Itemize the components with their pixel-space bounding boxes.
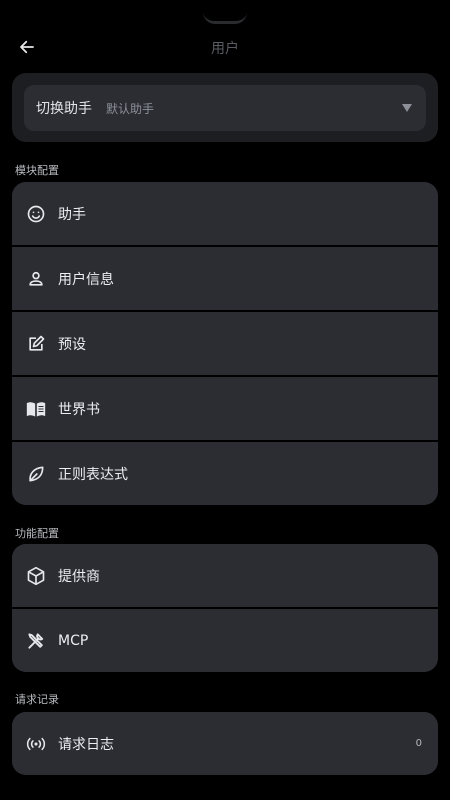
caret-down-icon bbox=[402, 104, 412, 112]
records-group: 请求日志 0 bbox=[12, 712, 438, 775]
assistant-switch-dropdown[interactable]: 切换助手 默认助手 bbox=[24, 85, 426, 131]
menu-item-label: 提供商 bbox=[58, 568, 100, 585]
menu-item-request-log[interactable]: 请求日志 0 bbox=[12, 712, 438, 775]
menu-item-label: 请求日志 bbox=[58, 736, 114, 753]
app-screen: 用户 切换助手 默认助手 模块配置 助手 用户信息 预设 世界书 正则表达式 功… bbox=[0, 0, 450, 800]
modules-group: 助手 用户信息 预设 世界书 正则表达式 bbox=[12, 182, 438, 505]
menu-item-provider[interactable]: 提供商 bbox=[12, 544, 438, 607]
menu-item-label: 世界书 bbox=[58, 401, 100, 418]
section-title-features: 功能配置 bbox=[15, 527, 59, 540]
menu-item-label: 用户信息 bbox=[58, 271, 114, 288]
assistant-switch-card: 切换助手 默认助手 bbox=[12, 73, 438, 142]
broadcast-icon bbox=[26, 734, 46, 754]
menu-item-worldbook[interactable]: 世界书 bbox=[12, 375, 438, 440]
menu-item-regex[interactable]: 正则表达式 bbox=[12, 440, 438, 505]
assistant-switch-label: 切换助手 bbox=[36, 101, 92, 117]
features-group: 提供商 MCP bbox=[12, 544, 438, 672]
menu-item-mcp[interactable]: MCP bbox=[12, 607, 438, 672]
camera-notch bbox=[203, 12, 247, 24]
menu-item-assistant[interactable]: 助手 bbox=[12, 182, 438, 245]
menu-item-label: 正则表达式 bbox=[58, 466, 128, 483]
page-title: 用户 bbox=[211, 41, 239, 57]
tools-icon bbox=[26, 631, 46, 651]
section-title-modules: 模块配置 bbox=[15, 164, 59, 177]
person-icon bbox=[26, 269, 46, 289]
menu-item-label: 预设 bbox=[58, 336, 86, 353]
menu-item-label: MCP bbox=[58, 632, 89, 649]
edit-note-icon bbox=[26, 334, 46, 354]
menu-item-preset[interactable]: 预设 bbox=[12, 310, 438, 375]
request-count-badge: 0 bbox=[415, 738, 422, 749]
book-icon bbox=[26, 399, 46, 419]
top-bar: 用户 bbox=[0, 26, 450, 68]
leaf-icon bbox=[26, 464, 46, 484]
section-title-records: 请求记录 bbox=[15, 693, 59, 706]
assistant-switch-value: 默认助手 bbox=[106, 101, 155, 116]
cube-icon bbox=[26, 566, 46, 586]
smiley-icon bbox=[26, 204, 46, 224]
menu-item-label: 助手 bbox=[58, 206, 86, 223]
menu-item-user-info[interactable]: 用户信息 bbox=[12, 245, 438, 310]
